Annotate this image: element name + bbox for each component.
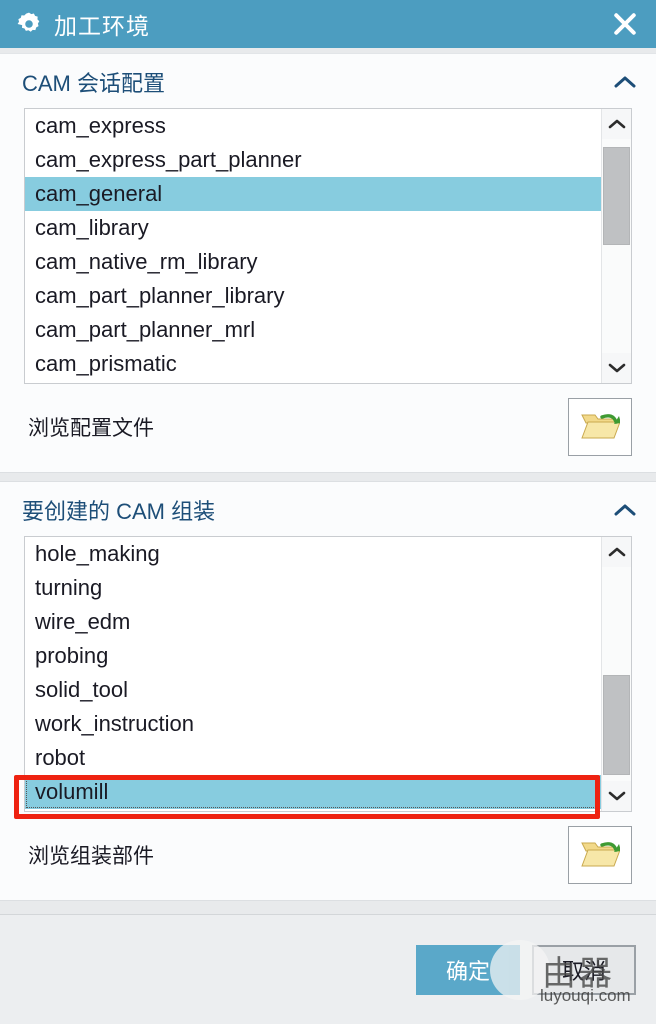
cam-session-configuration-listbox-wrap: cam_express cam_express_part_planner cam… xyxy=(24,108,632,384)
scroll-up-arrow-icon[interactable] xyxy=(602,109,631,139)
open-folder-icon xyxy=(580,408,621,447)
cancel-button[interactable]: 取消 xyxy=(532,944,636,995)
scroll-track[interactable] xyxy=(602,567,631,781)
browse-assembly-part-button[interactable] xyxy=(568,826,632,884)
listbox-vertical-scrollbar[interactable] xyxy=(601,109,631,383)
open-folder-icon xyxy=(580,836,621,875)
listbox-vertical-scrollbar[interactable] xyxy=(601,537,631,811)
list-item[interactable]: cam_library xyxy=(25,211,601,245)
section-title: CAM 会话配置 xyxy=(22,71,166,96)
browse-configuration-file-button[interactable] xyxy=(568,398,632,456)
dialog-footer: 确定 取消 由器 luyouqi.com xyxy=(0,914,656,1024)
list-item-partial[interactable] xyxy=(25,381,601,383)
browse-assembly-part-label: 浏览组装部件 xyxy=(28,845,154,868)
scroll-thumb[interactable] xyxy=(603,675,630,775)
list-item[interactable]: cam_express xyxy=(25,109,601,143)
window-title: 加工环境 xyxy=(54,13,150,39)
browse-configuration-file-row: 浏览配置文件 xyxy=(24,384,632,472)
gear-icon xyxy=(16,11,42,37)
scroll-track[interactable] xyxy=(602,139,631,353)
dialog-body: CAM 会话配置 cam_express cam_express_part_pl… xyxy=(0,48,656,914)
cam-session-configuration-listbox[interactable]: cam_express cam_express_part_planner cam… xyxy=(24,108,632,384)
section-cam-session-configuration: CAM 会话配置 cam_express cam_express_part_pl… xyxy=(0,53,656,473)
list-item[interactable]: robot xyxy=(25,741,601,775)
list-item[interactable]: hole_making xyxy=(25,537,601,571)
chevron-up-icon[interactable] xyxy=(612,500,638,520)
list-item[interactable]: probing xyxy=(25,639,601,673)
section-cam-assembly-to-create: 要创建的 CAM 组装 hole_making turning wire_edm… xyxy=(0,481,656,901)
list-item-selected[interactable]: cam_general xyxy=(25,177,601,211)
browse-configuration-file-label: 浏览配置文件 xyxy=(28,417,154,440)
section-title: 要创建的 CAM 组装 xyxy=(22,499,216,524)
scroll-down-arrow-icon[interactable] xyxy=(602,781,631,811)
cam-assembly-listbox[interactable]: hole_making turning wire_edm probing sol… xyxy=(24,536,632,812)
scroll-thumb[interactable] xyxy=(603,147,630,245)
scroll-down-arrow-icon[interactable] xyxy=(602,353,631,383)
ok-button[interactable]: 确定 xyxy=(416,944,520,995)
machining-environment-dialog: 加工环境 CAM 会话配置 cam_express cam_express_pa… xyxy=(0,0,656,1024)
list-item[interactable]: cam_part_planner_mrl xyxy=(25,313,601,347)
scroll-up-arrow-icon[interactable] xyxy=(602,537,631,567)
list-item-selected[interactable]: volumill xyxy=(25,775,601,809)
list-items: hole_making turning wire_edm probing sol… xyxy=(25,537,601,811)
browse-assembly-part-row: 浏览组装部件 xyxy=(24,812,632,900)
chevron-up-icon[interactable] xyxy=(612,72,638,92)
list-item[interactable]: cam_express_part_planner xyxy=(25,143,601,177)
close-icon[interactable] xyxy=(606,5,644,43)
list-item[interactable]: solid_tool xyxy=(25,673,601,707)
list-item[interactable]: cam_prismatic xyxy=(25,347,601,381)
cam-assembly-listbox-wrap: hole_making turning wire_edm probing sol… xyxy=(14,536,632,819)
list-item[interactable]: turning xyxy=(25,571,601,605)
title-bar: 加工环境 xyxy=(0,0,656,48)
list-items: cam_express cam_express_part_planner cam… xyxy=(25,109,601,383)
list-item[interactable]: work_instruction xyxy=(25,707,601,741)
section-header-cam-assembly-to-create[interactable]: 要创建的 CAM 组装 xyxy=(0,482,656,536)
list-item[interactable]: cam_native_rm_library xyxy=(25,245,601,279)
section-header-cam-session-configuration[interactable]: CAM 会话配置 xyxy=(0,54,656,108)
list-item[interactable]: wire_edm xyxy=(25,605,601,639)
list-item[interactable]: cam_part_planner_library xyxy=(25,279,601,313)
